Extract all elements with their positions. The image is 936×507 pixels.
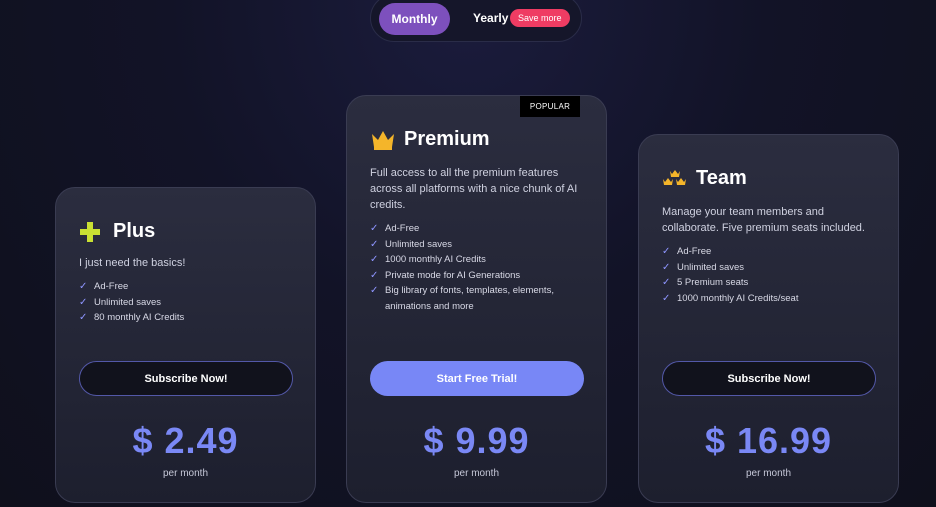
crowns-icon: [662, 168, 688, 190]
check-icon: ✓: [662, 246, 671, 257]
feature-item: ✓ Unlimited saves: [79, 295, 292, 311]
feature-item: ✓ Private mode for AI Generations: [370, 268, 583, 284]
check-icon: ✓: [662, 292, 671, 304]
feature-list: ✓ Ad-Free ✓ Unlimited saves ✓ 80 monthly AI…: [79, 279, 292, 326]
check-icon: ✓: [662, 277, 671, 288]
plan-card-premium: POPULAR Premium Full access to all the p…: [346, 95, 607, 503]
check-icon: ✓: [370, 223, 379, 234]
plan-period: per month: [745, 468, 792, 479]
check-icon: ✓: [662, 261, 671, 273]
feature-item: ✓ Unlimited saves: [662, 260, 875, 276]
plan-price: $ 9.99: [423, 420, 530, 461]
feature-item: ✓ Ad-Free: [370, 221, 583, 237]
check-icon: ✓: [370, 285, 379, 296]
plan-price: $ 16.99: [704, 420, 833, 461]
plan-price: $ 2.49: [132, 420, 239, 461]
plan-period: per month: [162, 468, 209, 479]
yearly-toggle-button[interactable]: Yearly: [473, 11, 508, 25]
crown-icon: [370, 129, 396, 151]
plan-card-team: Team Manage your team members and collab…: [638, 134, 899, 503]
check-icon: ✓: [79, 296, 88, 308]
plan-description: I just need the basics!: [79, 257, 186, 269]
plan-title: Plus: [113, 220, 156, 242]
feature-item: ✓ Ad-Free: [79, 279, 292, 295]
plan-period: per month: [453, 468, 500, 479]
plan-card-plus: Plus I just need the basics! ✓ Ad-Free ✓ U…: [55, 187, 316, 503]
plan-title: Premium: [404, 128, 490, 150]
save-more-badge: Save more: [510, 9, 570, 27]
check-icon: ✓: [370, 238, 379, 250]
feature-item: ✓ 5 Premium seats: [662, 275, 875, 291]
plan-description: Manage your team members and collaborate…: [662, 206, 865, 234]
check-icon: ✓: [370, 269, 379, 281]
check-icon: ✓: [370, 254, 379, 265]
feature-list: ✓ Ad-Free ✓ Unlimited saves ✓ 5 Premium sea…: [662, 244, 875, 306]
plan-title: Team: [696, 167, 747, 189]
check-icon: ✓: [79, 312, 88, 323]
popular-badge: POPULAR: [520, 96, 580, 117]
plus-icon: [79, 221, 105, 243]
feature-item: ✓ Big library of fonts, templates, elemen…: [370, 283, 583, 314]
start-free-trial-button[interactable]: Start Free Trial!: [370, 361, 584, 396]
plan-description: Full access to all the premium features …: [370, 167, 578, 211]
subscribe-button-team[interactable]: Subscribe Now!: [662, 361, 876, 396]
feature-item: ✓ Ad-Free: [662, 244, 875, 260]
subscribe-button-plus[interactable]: Subscribe Now!: [79, 361, 293, 396]
feature-item: ✓ 80 monthly AI Credits: [79, 310, 292, 326]
billing-toggle: Monthly Yearly Save more: [370, 0, 582, 42]
check-icon: ✓: [79, 281, 88, 292]
feature-item: ✓ 1000 monthly AI Credits: [370, 252, 583, 268]
monthly-toggle-button[interactable]: Monthly: [379, 3, 450, 35]
feature-item: ✓ 1000 monthly AI Credits/seat: [662, 291, 875, 307]
feature-item: ✓ Unlimited saves: [370, 237, 583, 253]
feature-list: ✓ Ad-Free ✓ Unlimited saves ✓ 1000 monthly …: [370, 221, 583, 314]
